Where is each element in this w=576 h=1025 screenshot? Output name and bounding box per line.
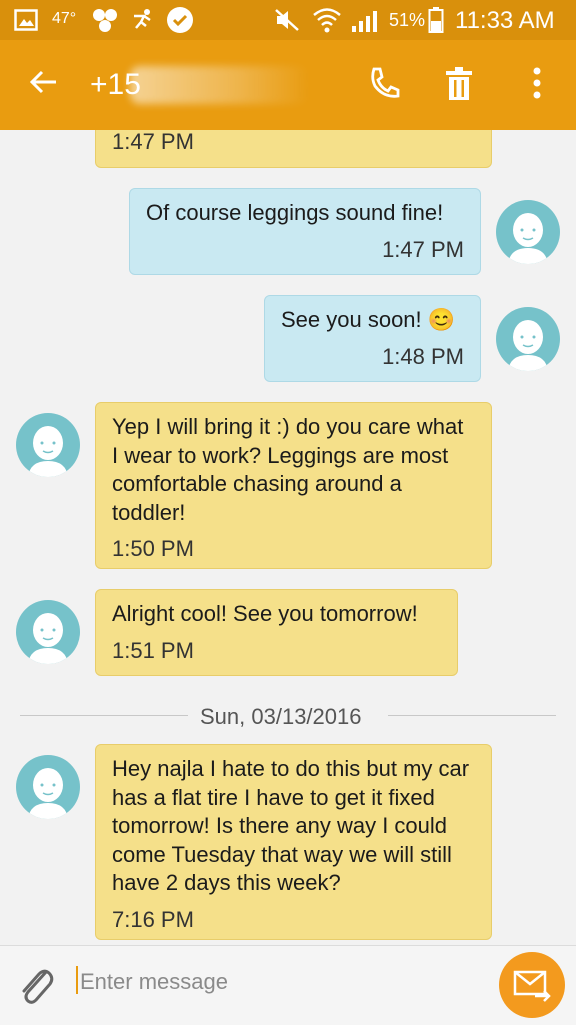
send-button[interactable] xyxy=(499,952,565,1018)
mute-icon xyxy=(275,9,299,31)
hexagons-icon xyxy=(93,9,117,32)
trash-icon[interactable] xyxy=(444,66,474,102)
weather-temperature: 47° xyxy=(52,10,77,27)
date-divider-line xyxy=(388,715,556,716)
message-bubble-received[interactable]: Hey najla I hate to do this but my car h… xyxy=(95,744,492,940)
battery-icon xyxy=(428,7,444,33)
message-text: Of course leggings sound fine! xyxy=(146,200,444,225)
person-face-icon xyxy=(508,320,548,371)
message-bubble-received[interactable]: 1:47 PM xyxy=(95,130,492,168)
avatar[interactable] xyxy=(16,600,80,664)
message-time: 1:47 PM xyxy=(112,130,194,154)
paperclip-icon[interactable] xyxy=(16,964,56,1006)
conversation[interactable]: 1:47 PM Of course leggings sound fine! 1… xyxy=(0,130,576,945)
clock: 11:33 AM xyxy=(455,7,555,34)
message-bubble-received[interactable]: Alright cool! See you tomorrow! 1:51 PM xyxy=(95,589,458,676)
send-icon xyxy=(513,970,551,1002)
person-face-icon xyxy=(28,613,68,664)
message-bubble-sent[interactable]: See you soon! 😊 1:48 PM xyxy=(264,295,481,382)
back-arrow-icon[interactable] xyxy=(28,66,60,98)
battery-percent: 51% xyxy=(389,10,426,30)
avatar[interactable] xyxy=(16,413,80,477)
message-composer xyxy=(0,945,576,1025)
message-text: Yep I will bring it :) do you care what … xyxy=(112,414,464,525)
redacted-number xyxy=(130,66,310,104)
avatar[interactable] xyxy=(496,307,560,371)
signal-icon xyxy=(352,11,377,32)
running-icon xyxy=(134,9,151,29)
avatar[interactable] xyxy=(496,200,560,264)
message-time: 1:47 PM xyxy=(382,236,464,262)
message-time: 1:51 PM xyxy=(112,637,194,663)
person-face-icon xyxy=(508,213,548,264)
app-bar: +15 xyxy=(0,40,576,130)
message-bubble-received[interactable]: Yep I will bring it :) do you care what … xyxy=(95,402,492,569)
person-face-icon xyxy=(28,426,68,477)
avatar[interactable] xyxy=(16,755,80,819)
message-time: 1:48 PM xyxy=(382,343,464,369)
date-divider-line xyxy=(20,715,188,716)
message-time: 7:16 PM xyxy=(112,906,194,932)
message-time: 1:50 PM xyxy=(112,536,194,561)
status-bar: 47° 51% 11:33 AM xyxy=(0,0,576,40)
message-text: Alright cool! See you tomorrow! xyxy=(112,601,418,626)
message-bubble-sent[interactable]: Of course leggings sound fine! 1:47 PM xyxy=(129,188,481,275)
phone-icon[interactable] xyxy=(368,66,400,100)
date-divider: Sun, 03/13/2016 xyxy=(200,704,362,729)
check-badge-icon xyxy=(167,7,193,33)
message-text: See you soon! 😊 xyxy=(281,307,456,332)
message-text: Hey najla I hate to do this but my car h… xyxy=(112,756,470,895)
gallery-icon xyxy=(14,9,38,31)
wifi-icon xyxy=(313,8,341,33)
message-input[interactable] xyxy=(78,964,482,1000)
person-face-icon xyxy=(28,768,68,819)
more-vert-icon[interactable] xyxy=(532,66,542,100)
